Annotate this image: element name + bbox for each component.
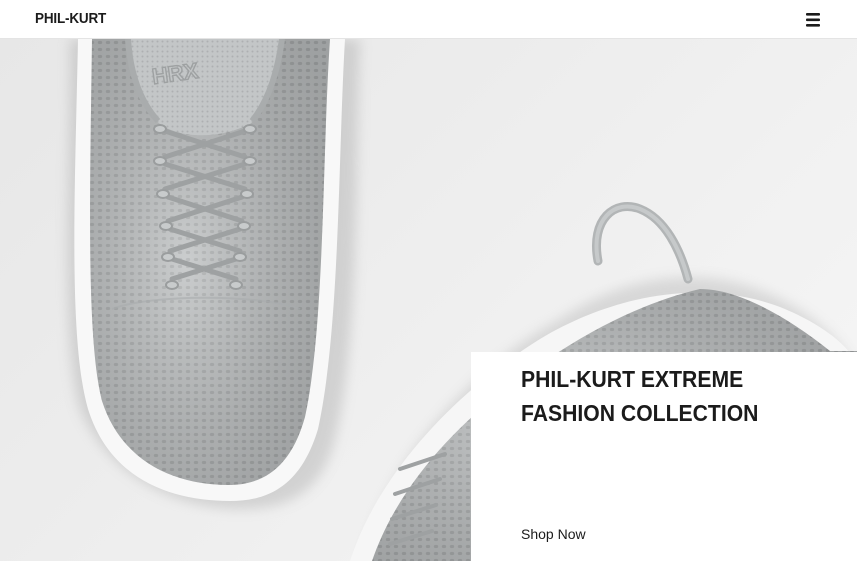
- hamburger-menu-icon[interactable]: [803, 11, 823, 29]
- promo-title: PHIL-KURT EXTREME FASHION COLLECTION: [521, 366, 759, 426]
- brand-logo[interactable]: PHIL-KURT: [35, 10, 106, 27]
- site-header: PHIL-KURT: [0, 0, 857, 39]
- page: PHIL-KURT HRX PHIL-KURT EXTREME FASHION …: [0, 0, 857, 561]
- promo-panel: PHIL-KURT EXTREME FASHION COLLECTION Sho…: [471, 352, 857, 561]
- shop-now-link[interactable]: Shop Now: [521, 526, 586, 542]
